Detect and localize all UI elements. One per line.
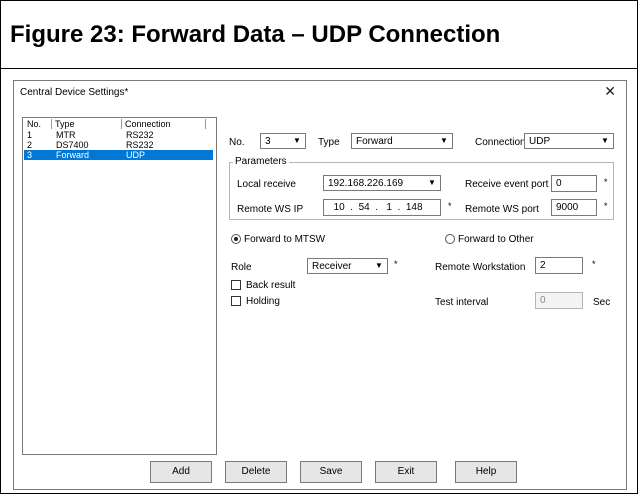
figure-title: Figure 23: Forward Data – UDP Connection (10, 21, 501, 48)
column-header-type[interactable]: Type (52, 119, 122, 129)
column-header-connection[interactable]: Connection (122, 119, 206, 129)
chevron-down-icon: ▼ (601, 136, 609, 145)
remote-ws-port-label: Remote WS port (465, 204, 539, 215)
row-no: 2 (27, 140, 33, 150)
type-label: Type (318, 137, 340, 148)
row-type: MTR (56, 130, 76, 140)
forward-to-mtsw-radio[interactable] (231, 234, 241, 244)
test-interval-label: Test interval (435, 297, 489, 308)
back-result-checkbox[interactable] (231, 280, 241, 290)
local-receive-select[interactable]: 192.168.226.169 ▼ (323, 175, 441, 191)
chevron-down-icon: ▼ (375, 261, 383, 270)
role-value: Receiver (312, 261, 352, 272)
test-interval-unit: Sec (593, 297, 611, 308)
row-type: DS7400 (56, 140, 89, 150)
receive-event-port-label: Receive event port (465, 179, 549, 190)
save-button[interactable]: Save (300, 461, 362, 483)
help-button[interactable]: Help (455, 461, 517, 483)
close-icon[interactable]: ✕ (604, 83, 616, 100)
chevron-down-icon: ▼ (293, 136, 301, 145)
dialog-title: Central Device Settings* (20, 87, 129, 98)
no-label: No. (229, 137, 245, 148)
required-mark: * (592, 259, 596, 269)
central-device-settings-dialog: Central Device Settings* ✕ No. Type Conn… (13, 80, 627, 490)
role-select[interactable]: Receiver ▼ (307, 258, 388, 274)
local-receive-label: Local receive (237, 179, 296, 190)
row-no: 1 (27, 130, 33, 140)
column-header-no[interactable]: No. (24, 119, 52, 129)
row-connection: UDP (126, 150, 146, 160)
list-item-selected[interactable]: 3 Forward UDP (24, 150, 213, 160)
delete-button[interactable]: Delete (225, 461, 287, 483)
type-value: Forward (356, 136, 393, 147)
type-select[interactable]: Forward ▼ (351, 133, 453, 149)
test-interval-input[interactable]: 0 (535, 292, 583, 309)
forward-to-mtsw-label[interactable]: Forward to MTSW (244, 234, 325, 245)
required-mark: * (394, 259, 398, 269)
chevron-down-icon: ▼ (440, 136, 448, 145)
connection-select[interactable]: UDP ▼ (524, 133, 614, 149)
figure-title-divider (0, 68, 638, 69)
required-mark: * (604, 177, 608, 187)
role-label: Role (231, 262, 252, 273)
receive-event-port-input[interactable]: 0 (551, 175, 597, 192)
row-type: Forward (56, 150, 90, 160)
list-item[interactable]: 2 DS7400 RS232 (24, 140, 213, 150)
forward-to-other-label[interactable]: Forward to Other (458, 234, 534, 245)
no-select[interactable]: 3 ▼ (260, 133, 306, 149)
row-connection: RS232 (126, 130, 154, 140)
connection-value: UDP (529, 136, 551, 147)
local-receive-value: 192.168.226.169 (328, 178, 404, 189)
remote-workstation-label: Remote Workstation (435, 262, 526, 273)
list-item[interactable]: 1 MTR RS232 (24, 130, 213, 140)
required-mark: * (604, 201, 608, 211)
holding-checkbox[interactable] (231, 296, 241, 306)
remote-workstation-input[interactable]: 2 (535, 257, 583, 274)
row-connection: RS232 (126, 140, 154, 150)
forward-to-other-radio[interactable] (445, 234, 455, 244)
chevron-down-icon: ▼ (428, 178, 436, 187)
parameters-group-label: Parameters (233, 156, 289, 167)
exit-button[interactable]: Exit (375, 461, 437, 483)
remote-ws-ip-label: Remote WS IP (237, 204, 304, 215)
connection-label: Connection (475, 137, 526, 148)
no-value: 3 (265, 136, 271, 147)
device-list[interactable]: No. Type Connection 1 MTR RS232 2 DS7400… (22, 117, 217, 455)
row-no: 3 (27, 150, 33, 160)
holding-label[interactable]: Holding (246, 296, 280, 307)
remote-ws-ip-input[interactable]: 10 . 54 . 1 . 148 (323, 199, 441, 216)
remote-ws-port-input[interactable]: 9000 (551, 199, 597, 216)
required-mark: * (448, 201, 452, 211)
add-button[interactable]: Add (150, 461, 212, 483)
back-result-label[interactable]: Back result (246, 280, 295, 291)
